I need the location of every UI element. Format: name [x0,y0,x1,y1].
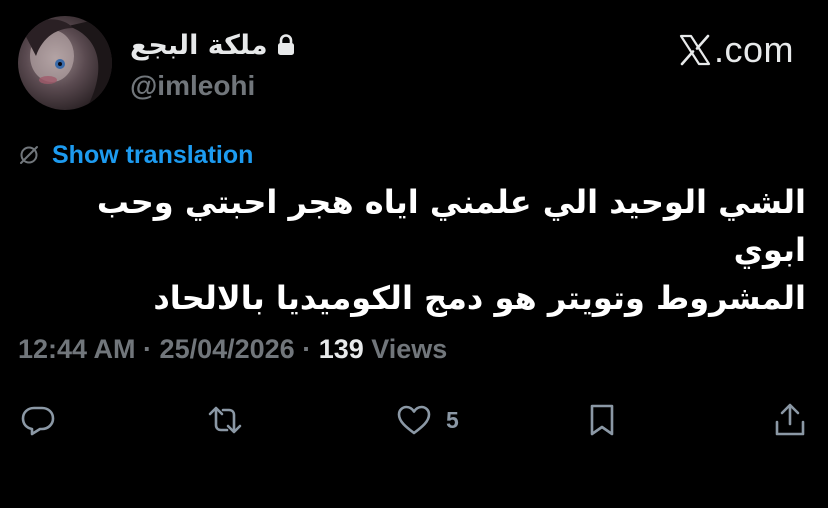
tweet-text-line-2: المشروط وتويتر هو دمج الكوميديا بالالحاد [153,279,806,317]
heart-icon [397,405,431,435]
views-count: 139 [318,333,364,364]
retweet-icon [208,406,242,434]
like-count: 5 [446,406,459,433]
tweet-date[interactable]: 25/04/2026 [160,334,295,365]
action-bar: 5 [0,396,828,444]
share-button[interactable] [772,396,808,444]
tweet-meta: 12:44 AM · 25/04/2026 · 139 Views [18,330,447,368]
views-label: Views [363,333,448,364]
share-icon [775,403,805,436]
bookmark-icon [590,404,614,436]
lock-icon [276,34,296,56]
like-button[interactable]: 5 [396,396,459,444]
globe-slash-icon [20,146,38,164]
meta-separator: · [135,333,160,364]
user-handle[interactable]: @imleohi [130,70,255,102]
tweet-time[interactable]: 12:44 AM [18,334,136,365]
name-row[interactable]: ملكة البجع [130,26,296,64]
bookmark-button[interactable] [584,396,620,444]
x-logo-icon [679,34,711,66]
x-logo-text: .com [713,29,794,70]
show-translation-link[interactable]: Show translation [52,141,253,170]
display-name[interactable]: ملكة البجع [130,30,268,61]
avatar[interactable] [18,16,112,110]
meta-separator: · [294,333,319,364]
tweet-text: الشي الوحيد الي علمني اياه هجر احبتي وحب… [18,178,806,322]
x-brand-logo: .com [678,28,794,72]
reply-button[interactable] [20,396,56,444]
retweet-button[interactable] [207,396,243,444]
translation-row[interactable]: Show translation [18,139,253,171]
avatar-image [18,16,112,110]
tweet-text-line-1: الشي الوحيد الي علمني اياه هجر احبتي وحب… [96,183,806,269]
reply-icon [21,406,55,436]
